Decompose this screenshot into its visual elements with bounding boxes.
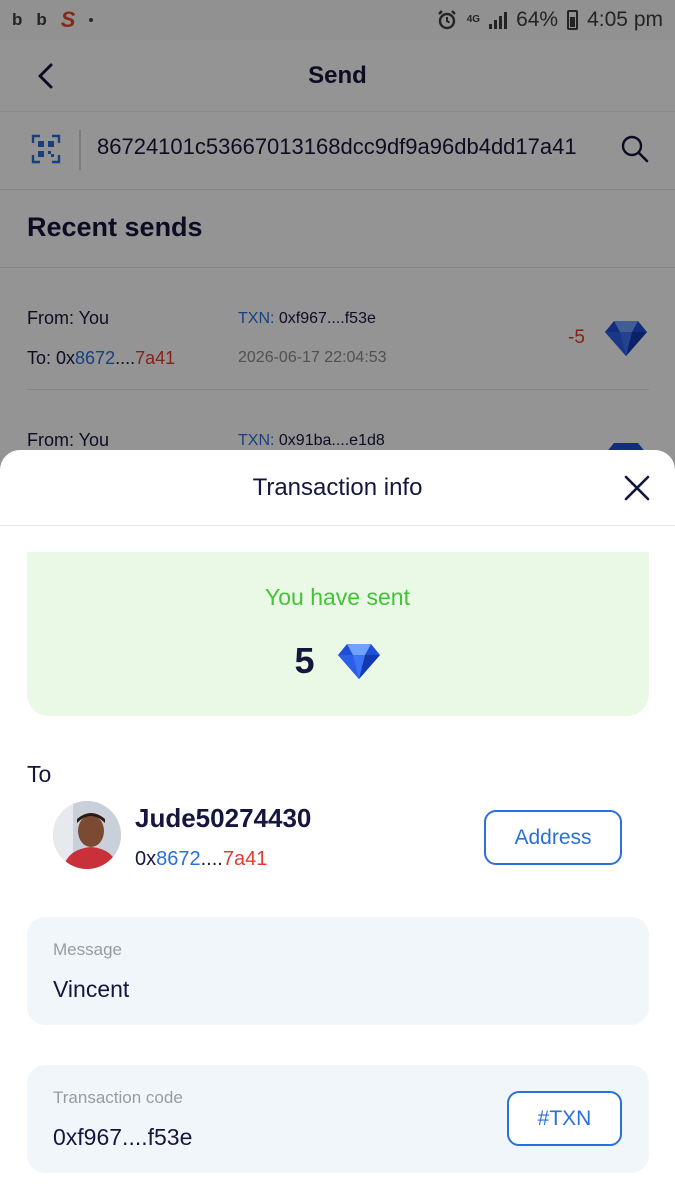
sheet-title: Transaction info	[252, 473, 423, 501]
avatar-photo	[53, 801, 121, 869]
transaction-code-card: Transaction code 0xf967....f53e #TXN	[27, 1065, 649, 1173]
close-button[interactable]	[622, 473, 652, 503]
sent-amount-row: 5	[0, 640, 675, 682]
message-card: Message Vincent	[27, 917, 649, 1025]
address-button[interactable]: Address	[484, 810, 622, 865]
avatar	[53, 801, 121, 869]
diamond-icon	[337, 644, 380, 679]
to-label: To	[27, 761, 52, 787]
close-icon	[624, 475, 650, 501]
transaction-info-sheet: Transaction info You have sent 5 To Jude…	[0, 450, 675, 1200]
message-value: Vincent	[53, 976, 130, 1002]
sent-amount: 5	[294, 640, 315, 681]
transaction-code-value: 0xf967....f53e	[53, 1124, 193, 1150]
recipient-address: 0x8672....7a41	[135, 848, 268, 870]
sent-label: You have sent	[265, 584, 410, 610]
sheet-header: Transaction info	[0, 450, 675, 526]
txn-button[interactable]: #TXN	[507, 1091, 622, 1146]
sent-summary-card	[27, 552, 649, 716]
transaction-code-label: Transaction code	[53, 1088, 183, 1107]
recipient-name: Jude50274430	[135, 803, 312, 833]
message-label: Message	[53, 940, 122, 959]
